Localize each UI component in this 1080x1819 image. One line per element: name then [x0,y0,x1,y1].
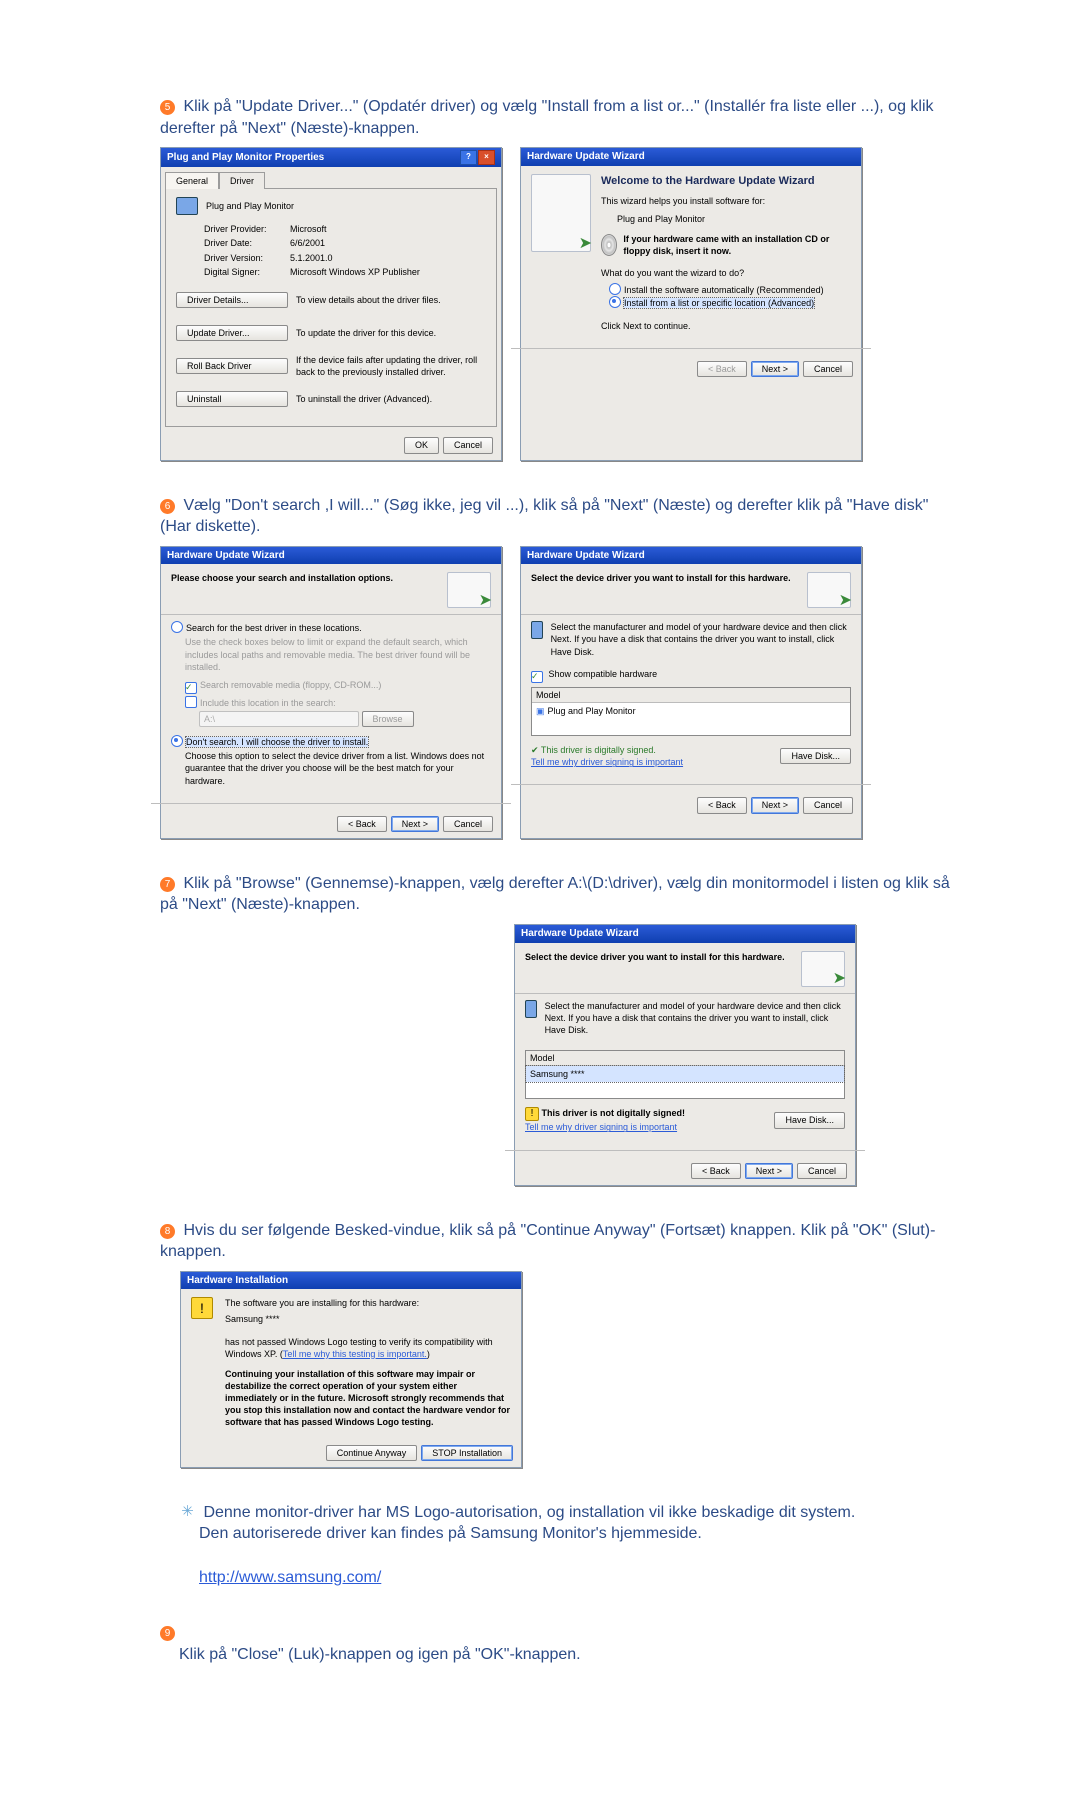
uninstall-button[interactable]: Uninstall [176,391,288,407]
close-icon[interactable]: × [478,150,495,165]
signing-link[interactable]: Tell me why driver signing is important [525,1122,677,1132]
ok-button[interactable]: OK [404,437,439,453]
warn-icon: ! [525,1107,539,1121]
path-input: A:\ [199,711,359,727]
step-9-text: 9 Klik på "Close" (Luk)-knappen og igen … [160,1622,960,1665]
step-8-text: 8 Hvis du ser følgende Besked-vindue, kl… [160,1220,960,1263]
note-star-icon: ✳ [180,1504,195,1519]
back-button[interactable]: < Back [691,1163,741,1179]
radio-list[interactable] [609,296,621,308]
cancel-button[interactable]: Cancel [443,816,493,832]
disc-icon [601,234,617,256]
bullet-5: 5 [160,100,175,115]
rollback-button[interactable]: Roll Back Driver [176,358,288,374]
check-compat[interactable] [531,671,543,683]
driver-details-button[interactable]: Driver Details... [176,292,288,308]
dlg-select-driver-samsung: Hardware Update Wizard Select the device… [514,924,856,1186]
warning-icon: ! [191,1297,213,1319]
model-row[interactable]: ▣Plug and Play Monitor [532,703,850,719]
bullet-8: 8 [160,1224,175,1239]
dlg-select-driver-compat: Hardware Update Wizard Select the device… [520,546,862,839]
next-button[interactable]: Next > [751,797,799,813]
cancel-button[interactable]: Cancel [797,1163,847,1179]
wizard-icon [531,174,591,252]
have-disk-button[interactable]: Have Disk... [774,1112,845,1128]
monitor-icon [176,197,198,215]
stop-installation-button[interactable]: STOP Installation [421,1445,513,1461]
browse-button: Browse [362,711,414,727]
check-media [185,682,197,694]
check-location [185,696,197,708]
dlg-props-title: Plug and Play Monitor Properties [167,151,324,165]
step-6: Vælg "Don't search ,I will..." (Søg ikke… [160,497,928,536]
have-disk-button[interactable]: Have Disk... [780,748,851,764]
wizard-icon [807,572,851,608]
wiz1-welcome: Welcome to the Hardware Update Wizard [601,174,851,189]
samsung-link[interactable]: http://www.samsung.com/ [199,1569,381,1586]
radio-auto[interactable] [609,283,621,295]
wizard-icon [801,951,845,987]
bullet-6: 6 [160,499,175,514]
step-6-text: 6 Vælg "Don't search ,I will..." (Søg ik… [160,495,960,538]
dlg-logo-warning: Hardware Installation ! The software you… [180,1271,522,1468]
model-row-selected[interactable]: Samsung **** [526,1066,844,1082]
back-button[interactable]: < Back [697,797,747,813]
step-5-text: 5 Klik på "Update Driver..." (Opdatér dr… [160,96,960,139]
props-heading: Plug and Play Monitor [206,200,294,212]
step-8: Hvis du ser følgende Besked-vindue, klik… [160,1222,935,1261]
dlg-properties: Plug and Play Monitor Properties ? × Gen… [160,147,502,460]
signing-link[interactable]: Tell me why driver signing is important [531,757,683,767]
bullet-9: 9 [160,1626,175,1641]
step-5: Klik på "Update Driver..." (Opdatér driv… [160,98,934,137]
dlg-wizard-welcome: Hardware Update Wizard Welcome to the Ha… [520,147,862,460]
monitor-icon [531,621,543,639]
note-block: ✳ Denne monitor-driver har MS Logo-autor… [180,1502,960,1588]
next-button[interactable]: Next > [745,1163,793,1179]
step-7: Klik på "Browse" (Gennemse)-knappen, væl… [160,875,950,914]
back-button[interactable]: < Back [337,816,387,832]
cancel-button[interactable]: Cancel [443,437,493,453]
dlg-search-options: Hardware Update Wizard Please choose you… [160,546,502,839]
wiz1-title: Hardware Update Wizard [527,150,645,164]
tab-driver[interactable]: Driver [219,172,265,189]
bullet-7: 7 [160,877,175,892]
back-button: < Back [697,361,747,377]
step-7-text: 7 Klik på "Browse" (Gennemse)-knappen, v… [160,873,960,916]
radio-dont-search[interactable] [171,735,183,747]
next-button[interactable]: Next > [391,816,439,832]
update-driver-button[interactable]: Update Driver... [176,325,288,341]
cancel-button[interactable]: Cancel [803,361,853,377]
radio-search[interactable] [171,621,183,633]
next-button[interactable]: Next > [751,361,799,377]
cancel-button[interactable]: Cancel [803,797,853,813]
step-9: Klik på "Close" (Luk)-knappen og igen på… [179,1644,581,1666]
continue-anyway-button[interactable]: Continue Anyway [326,1445,418,1461]
monitor-icon [525,1000,537,1018]
logo-testing-link[interactable]: Tell me why this testing is important. [283,1349,427,1359]
help-icon[interactable]: ? [460,150,477,165]
tab-general[interactable]: General [165,172,219,189]
wizard-icon [447,572,491,608]
